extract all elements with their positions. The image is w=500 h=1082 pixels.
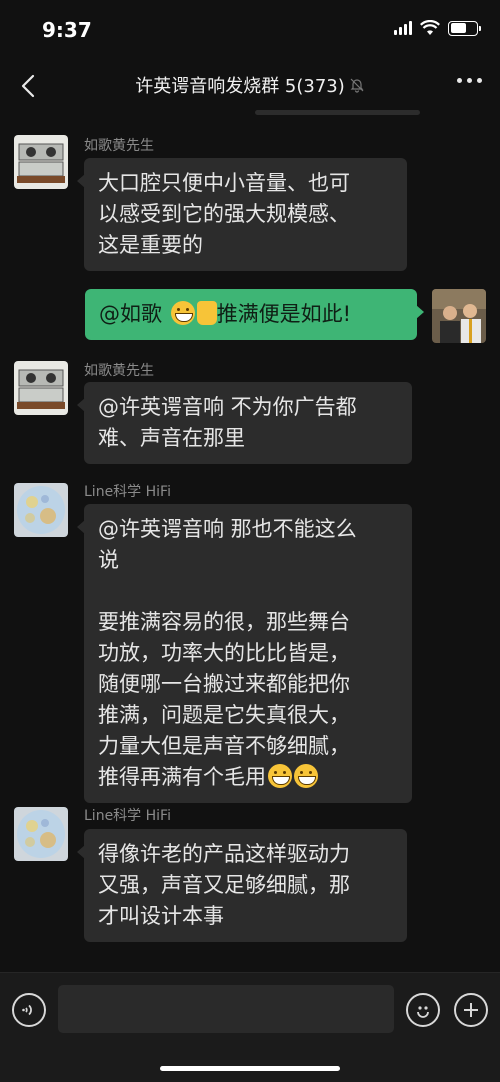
home-indicator xyxy=(160,1066,340,1071)
emoji-button[interactable] xyxy=(406,993,440,1027)
message-input[interactable] xyxy=(58,985,394,1033)
avatar[interactable] xyxy=(14,483,68,537)
bell-slash-icon xyxy=(350,78,364,93)
grin-emoji xyxy=(294,764,318,788)
plus-button[interactable] xyxy=(454,993,488,1027)
sender-name: 如歌黄先生 xyxy=(84,363,154,379)
status-time: 9:37 xyxy=(42,18,92,42)
status-icons xyxy=(394,20,481,36)
voice-icon xyxy=(22,1004,32,1016)
message-text: @如歌 xyxy=(99,302,169,326)
message-bubble[interactable]: 得像许老的产品这样驱动力 又强，声音又足够细腻，那 才叫设计本事 xyxy=(77,829,407,942)
grin-emoji xyxy=(268,764,292,788)
message-bubble[interactable]: @许英谔音响 不为你广告都 难、声音在那里 xyxy=(77,382,412,464)
sender-name: Line科学 HiFi xyxy=(84,484,171,500)
wifi-icon xyxy=(420,20,440,35)
message-bubble[interactable]: @许英谔音响 那也不能这么 说 要推满容易的很，那些舞台 功放，功率大的比比皆是… xyxy=(77,504,412,803)
avatar[interactable] xyxy=(14,361,68,415)
message-bubble[interactable]: 大口腔只便中小音量、也可 以感受到它的强大规模感、 这是重要的 xyxy=(77,158,407,271)
plus-icon xyxy=(464,1003,478,1017)
chat-screen: 9:37 许英谔音响发烧群 5(373) 如歌黄先生 大口腔只便中小音量、也可 … xyxy=(0,0,500,1082)
message-text: @许英谔音响 那也不能这么 说 要推满容易的很，那些舞台 功放，功率大的比比皆是… xyxy=(98,517,357,789)
thumbs-up-emoji xyxy=(196,301,217,325)
chat-title-area[interactable]: 许英谔音响发烧群 5(373) xyxy=(0,72,500,98)
sender-name: Line科学 HiFi xyxy=(84,808,171,824)
scroll-hint xyxy=(255,110,420,115)
chat-header: 许英谔音响发烧群 5(373) xyxy=(0,60,500,112)
avatar[interactable] xyxy=(14,807,68,861)
more-dots-icon[interactable] xyxy=(457,78,482,83)
chat-title: 许英谔音响发烧群 5(373) xyxy=(135,76,345,97)
voice-button[interactable] xyxy=(12,993,46,1027)
status-bar: 9:37 xyxy=(0,0,500,60)
avatar-self[interactable] xyxy=(432,289,486,343)
sender-name: 如歌黄先生 xyxy=(84,138,154,154)
message-text: 推满便是如此! xyxy=(216,302,352,326)
battery-icon xyxy=(448,20,481,36)
message-bubble-self[interactable]: @如歌 推满便是如此! xyxy=(85,289,424,340)
signal-icon xyxy=(394,21,412,35)
avatar[interactable] xyxy=(14,135,68,189)
face-emoji xyxy=(170,301,195,325)
emoji-icon xyxy=(417,1006,429,1018)
